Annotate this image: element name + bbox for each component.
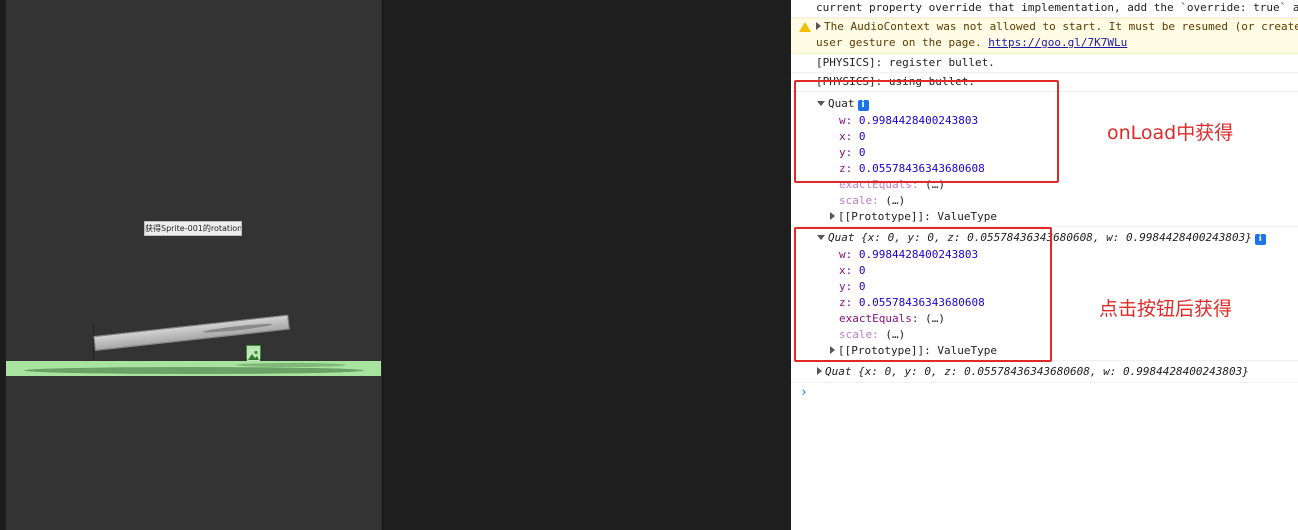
quat1-prop-scale[interactable]: scale: (…) (791, 193, 1298, 209)
empty-dark-panel (384, 0, 791, 530)
info-icon[interactable]: i (1254, 234, 1266, 245)
warning-icon (799, 22, 811, 32)
quat1-prototype[interactable]: [[Prototype]]: ValueType (791, 209, 1298, 227)
annotation-box-after-click (794, 227, 1052, 362)
ground-shadow (24, 367, 364, 374)
expand-arrow-icon[interactable] (816, 22, 821, 30)
devtools-console: current property override that implement… (791, 0, 1298, 530)
console-input[interactable]: › (791, 384, 1298, 402)
annotation-after-click-label: 点击按钮后获得 (1099, 298, 1233, 320)
quat3-summary: Quat {x: 0, y: 0, z: 0.05578436343680608… (825, 365, 1249, 378)
get-rotation-button[interactable]: 获得Sprite-001的rotation (144, 221, 242, 236)
prototype-label: [[Prototype]]: ValueType (838, 210, 997, 223)
console-warning-audiocontext[interactable]: The AudioContext was not allowed to star… (791, 18, 1298, 54)
sprite-001-image-icon (246, 345, 261, 361)
prop-key: scale: (839, 194, 879, 207)
quat3-header[interactable]: Quat {x: 0, y: 0, z: 0.05578436343680608… (791, 364, 1298, 383)
game-preview-panel: 获得Sprite-001的rotation (0, 0, 384, 530)
message-text: current property override that implement… (816, 1, 1298, 14)
annotation-box-onload (794, 80, 1059, 183)
warning-link[interactable]: https://goo.gl/7K7WLu (988, 36, 1127, 49)
warning-text-line2: user gesture on the page. (816, 36, 989, 49)
expand-arrow-icon[interactable] (817, 367, 822, 375)
prop-getter[interactable]: (…) (885, 194, 905, 207)
annotation-onload-label: onLoad中获得 (1107, 122, 1234, 144)
image-icon (247, 349, 260, 361)
message-text: [PHYSICS]: register bullet. (816, 56, 995, 69)
ground-highlight (236, 363, 346, 367)
warning-text-line1: The AudioContext was not allowed to star… (824, 20, 1298, 33)
game-canvas[interactable] (6, 0, 382, 530)
console-message-override: current property override that implement… (791, 0, 1298, 18)
prompt-chevron-icon: › (800, 385, 808, 400)
plank-shadow (202, 322, 273, 335)
console-message-physics-register: [PHYSICS]: register bullet. (791, 55, 1298, 73)
expand-arrow-icon[interactable] (830, 212, 835, 220)
